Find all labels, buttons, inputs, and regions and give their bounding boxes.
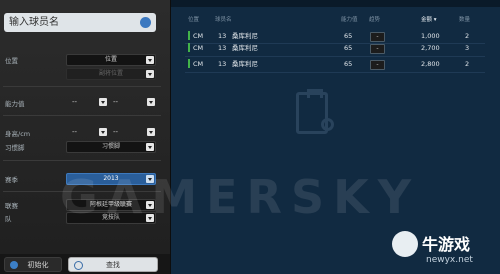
trend-indicator: - — [370, 60, 385, 70]
column-header-ability[interactable]: 能力值 — [341, 15, 358, 23]
chevron-down-icon: ▾ — [432, 17, 437, 23]
site-url: newyx.net — [426, 255, 473, 265]
reset-icon — [10, 261, 18, 269]
search-icon[interactable] — [140, 17, 151, 28]
foot-select[interactable]: 习惯脚 — [66, 141, 156, 153]
height-label: 身高/cm — [5, 130, 31, 138]
reset-button[interactable]: 初始化 — [4, 257, 62, 272]
position-select[interactable]: 位置 — [66, 54, 156, 66]
chevron-down-icon — [146, 56, 154, 64]
foot-label: 习惯脚 — [5, 144, 25, 152]
team-label: 队 — [5, 215, 12, 223]
chevron-down-icon — [147, 128, 155, 136]
row-divider — [185, 72, 485, 73]
chevron-down-icon — [146, 143, 154, 151]
position-marker — [188, 31, 190, 40]
chevron-down-icon — [99, 98, 107, 106]
find-button[interactable]: 查找 — [68, 257, 158, 272]
divider — [3, 86, 161, 87]
magnifier-icon — [321, 118, 334, 131]
ability-max-select[interactable]: -- — [113, 97, 155, 107]
trend-indicator: - — [370, 44, 385, 54]
search-input[interactable]: 输入球员名 — [4, 13, 156, 32]
position-label: 位置 — [5, 57, 18, 65]
mascot-icon — [392, 231, 418, 257]
position-marker — [188, 59, 190, 68]
column-header-amount[interactable]: 金额 ▾ — [421, 15, 437, 23]
ability-min-select[interactable]: -- — [72, 97, 107, 107]
site-logo: 牛游戏 newyx.net — [392, 229, 492, 271]
filter-panel: 输入球员名 位置 位置 副将位置 能力值 -- -- 身高/cm -- -- 习… — [0, 0, 171, 274]
table-row[interactable]: CM 13 桑库利尼 65 - 2,700 3 — [185, 41, 487, 55]
position-sub-select[interactable]: 副将位置 — [66, 68, 156, 80]
watermark: GAMERSKY — [60, 170, 421, 224]
site-name: 牛游戏 — [422, 235, 471, 254]
search-icon — [74, 261, 83, 270]
ability-label: 能力值 — [5, 100, 25, 108]
divider — [3, 160, 161, 161]
header-strip — [171, 0, 500, 7]
height-max-select[interactable]: -- — [113, 127, 155, 137]
league-label: 联赛 — [5, 202, 18, 210]
search-input-text: 输入球员名 — [9, 17, 59, 28]
divider — [3, 115, 161, 116]
column-header-position[interactable]: 位置 — [188, 15, 199, 23]
column-header-name[interactable]: 球员名 — [215, 15, 232, 23]
chevron-down-icon — [146, 70, 154, 78]
position-marker — [188, 43, 190, 52]
column-header-trend[interactable]: 趋势 — [369, 15, 380, 23]
chevron-down-icon — [147, 98, 155, 106]
season-label: 赛季 — [5, 176, 18, 184]
table-row[interactable]: CM 13 桑库利尼 65 - 2,800 2 — [185, 57, 487, 71]
height-min-select[interactable]: -- — [72, 127, 107, 137]
column-header-count[interactable]: 数量 — [459, 15, 470, 23]
chevron-down-icon — [99, 128, 107, 136]
